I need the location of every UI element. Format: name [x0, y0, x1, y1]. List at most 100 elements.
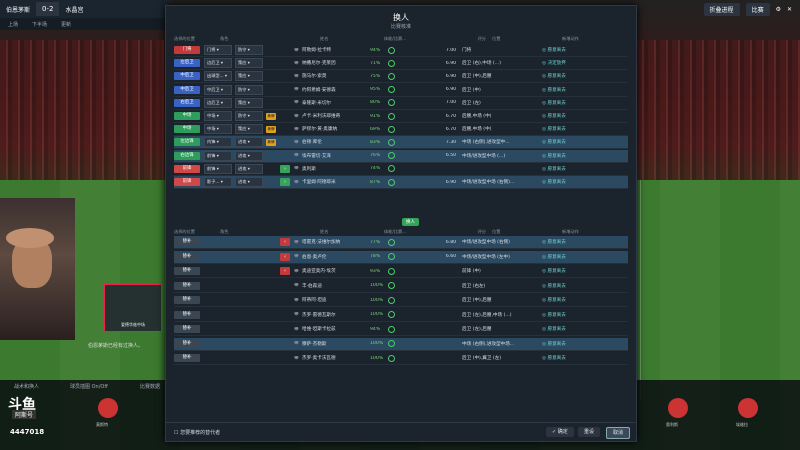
- swap-arrow-icon[interactable]: ‹: [280, 238, 290, 246]
- player-name[interactable]: 杰罗·雷德瓦斯尔: [302, 312, 370, 318]
- table-row[interactable]: 中后卫 中后卫 ▾ 防守 ▾ ☻ 约阿希姆·安德森 95% 6.90 后卫 (中) ◎ 愿意离去: [174, 84, 628, 97]
- role-select[interactable]: 出球型... ▾: [204, 71, 232, 82]
- player-name[interactable]: 卡里姆·阿德耶米: [302, 179, 370, 185]
- position-chip[interactable]: 前锋: [174, 178, 200, 186]
- collapse-button[interactable]: 折叠进程: [703, 2, 740, 16]
- sub-header-pos[interactable]: 选择的位置: [174, 229, 220, 235]
- table-row[interactable]: 右后卫 边后卫 ▾ 策应 ▾ ☻ 泰隆斯·米切尔 80% 7.00 后卫 (左) ◎ 愿意离去: [174, 97, 628, 110]
- position-chip[interactable]: 前锋: [174, 164, 200, 173]
- table-row[interactable]: 替补 ☻ 杰罗·雷德瓦斯尔 100% 后卫 (左),后腰,中场 (...) ◎ 愿意离去: [174, 309, 628, 322]
- duty-select[interactable]: 策应 ▾: [235, 71, 263, 82]
- table-row[interactable]: 右边锋 前锋 ▾ 进攻 ▾ ☻ 埃布雷切·艾泽 76% 6.50 中场/进攻型中场 (...)…: [174, 149, 628, 163]
- half-label[interactable]: 下半场: [32, 21, 47, 28]
- action-value[interactable]: ◎ 愿意离去: [542, 268, 582, 274]
- swap-arrow-icon[interactable]: ›: [280, 164, 290, 173]
- position-chip[interactable]: 替补: [174, 325, 200, 333]
- player-name[interactable]: 哈维·坦斯卡拉兹: [302, 326, 370, 332]
- position-chip[interactable]: 门将: [174, 46, 200, 54]
- sub-header-action[interactable]: 新增动作: [562, 229, 602, 235]
- reset-button[interactable]: 重设: [578, 427, 601, 437]
- position-chip[interactable]: 右后卫: [174, 98, 200, 107]
- player-name[interactable]: 阿勒姆·拉卡特: [302, 47, 370, 53]
- role-select[interactable]: 影子... ▾: [204, 177, 232, 187]
- action-value[interactable]: ◎ 愿意离去: [542, 73, 582, 79]
- role-select[interactable]: 前锋 ▾: [204, 163, 232, 174]
- tactics-label[interactable]: 战术和换人: [14, 383, 39, 390]
- time-label[interactable]: 上场: [8, 21, 18, 28]
- header-pos[interactable]: 选择的位置: [174, 36, 220, 42]
- role-select[interactable]: 边后卫 ▾: [204, 97, 232, 108]
- table-row[interactable]: 替补 ☻ 杰罗·奥卡沃瓦德 100% 后卫 (中),冀卫 (左) ◎ 愿意离去: [174, 352, 628, 365]
- role-select[interactable]: 门将 ▾: [204, 45, 232, 55]
- player-name[interactable]: 奥迪亚奥内·埃茨: [302, 268, 370, 274]
- table-row[interactable]: 中场 中场 ▾ 策应 ▾ 黄牌 ☻ 萨缪尔·黄·奥康纳 69% 6.70 后腰,中场 (中) ◎ …: [174, 123, 628, 137]
- table-row[interactable]: 替补 ☻ 哈维·坦斯卡拉兹 94% 后卫 (左),后腰 ◎ 愿意离去: [174, 323, 628, 336]
- duty-select[interactable]: 策应 ▾: [235, 124, 263, 135]
- action-value[interactable]: ◎ 愿意离去: [542, 113, 582, 119]
- sub-header-role[interactable]: 角色: [220, 229, 320, 235]
- player-name[interactable]: 穆萨·杰勒斯: [302, 341, 370, 347]
- suggest-checkbox[interactable]: ☐ 您要推荐的替代者: [174, 429, 220, 436]
- action-value[interactable]: ◎ 愿意离去: [542, 326, 582, 332]
- player-thumb-3[interactable]: [738, 398, 758, 418]
- table-row[interactable]: 前锋 前锋 ▾ 进攻 ▾ › ☻ 奥利斯 74% ◎ 愿意离去: [174, 163, 628, 176]
- header-cond[interactable]: 体能/比赛...: [384, 36, 424, 42]
- sub-header-position[interactable]: 位置: [492, 229, 562, 235]
- swap-arrow-icon[interactable]: ‹: [280, 252, 290, 261]
- player-name[interactable]: 萨缪尔·黄·奥康纳: [302, 126, 370, 132]
- duty-select[interactable]: 进攻 ▾: [235, 163, 263, 174]
- sub-header-name[interactable]: 姓名: [320, 229, 384, 235]
- action-value[interactable]: ◎ 决定放弃: [542, 60, 582, 66]
- table-row[interactable]: 替补 ‹ ☻ 塔雷克·法维尔加纳 77% 6.80 中场/进攻型中场 (右侧) ◎ 愿意离去: [174, 236, 628, 249]
- position-chip[interactable]: 替补: [174, 354, 200, 362]
- position-chip[interactable]: 替补: [174, 296, 200, 304]
- match-button[interactable]: 比赛: [745, 2, 770, 16]
- position-chip[interactable]: 中后卫: [174, 72, 200, 81]
- action-value[interactable]: ◎ 愿意离去: [542, 312, 582, 318]
- table-row[interactable]: 左后卫 边后卫 ▾ 策应 ▾ ☻ 纳撒尼尔·克莱因 71% 6.90 后卫 (右),中场 (.…: [174, 57, 628, 71]
- action-value[interactable]: ◎ 愿意离去: [542, 139, 582, 145]
- player-thumb-1[interactable]: [98, 398, 118, 418]
- player-name[interactable]: 杰罗·奥卡沃瓦德: [302, 355, 370, 361]
- header-rating[interactable]: 评分: [424, 36, 492, 42]
- action-value[interactable]: ◎ 愿意离去: [542, 166, 582, 172]
- player-name[interactable]: 丰·伯森迪: [302, 283, 370, 289]
- duty-select[interactable]: 策应 ▾: [235, 97, 263, 108]
- sub-header-cond[interactable]: 体能/比赛...: [384, 229, 424, 235]
- duty-select[interactable]: 防守 ▾: [235, 111, 263, 121]
- feedback-label[interactable]: 球员插图 On/Off: [70, 383, 108, 390]
- action-value[interactable]: ◎ 愿意离去: [542, 100, 582, 106]
- position-chip[interactable]: 替补: [174, 238, 200, 246]
- update-label[interactable]: 更新: [61, 21, 71, 28]
- table-row[interactable]: 中场 中场 ▾ 防守 ▾ 黄牌 ☻ 卢卡·米利沃耶维奇 91% 6.70 后腰,中场 (中) ◎ …: [174, 110, 628, 123]
- close-icon[interactable]: ✕: [787, 6, 792, 13]
- position-chip[interactable]: 中后卫: [174, 85, 200, 94]
- action-value[interactable]: ◎ 愿意离去: [542, 239, 582, 245]
- position-chip[interactable]: 左后卫: [174, 59, 200, 68]
- player-name[interactable]: 施马尔·索莫: [302, 73, 370, 79]
- action-value[interactable]: ◎ 愿意离去: [542, 87, 582, 93]
- stats-label[interactable]: 比赛数据: [140, 383, 160, 390]
- sub-header-rating[interactable]: 评分: [424, 229, 492, 235]
- duty-select[interactable]: 防守 ▾: [235, 84, 263, 95]
- header-name[interactable]: 姓名: [320, 36, 384, 42]
- player-name[interactable]: 约阿希姆·安德森: [302, 87, 370, 93]
- duty-select[interactable]: 进攻 ▾: [235, 177, 263, 187]
- table-row[interactable]: 左边锋 内锋 ▾ 进攻 ▾ 黄牌 ☻ 伯顿·库伦 83% 7.30 中场 (右侧),进攻型中..…: [174, 136, 628, 150]
- header-position[interactable]: 位置: [492, 36, 562, 42]
- player-card[interactable]: 爱德华兹中场: [104, 284, 162, 332]
- player-name[interactable]: 塔雷克·法维尔加纳: [302, 239, 370, 245]
- position-chip[interactable]: 中场: [174, 112, 200, 120]
- sub-chip[interactable]: 换人: [402, 218, 419, 226]
- position-chip[interactable]: 替补: [174, 310, 200, 319]
- role-select[interactable]: 中后卫 ▾: [204, 84, 232, 95]
- role-select[interactable]: 边后卫 ▾: [204, 58, 232, 69]
- table-row[interactable]: 替补 ☻ 阿蒂阿·坦迪 100% 后卫 (中),后腰 ◎ 愿意离去: [174, 294, 628, 307]
- table-row[interactable]: 替补 ☻ 丰·伯森迪 100% 后卫 (右左) ◎ 愿意离去: [174, 280, 628, 293]
- table-row[interactable]: 中后卫 出球型... ▾ 策应 ▾ ☻ 施马尔·索莫 75% 6.90 后卫 (中),后腰 ◎ …: [174, 70, 628, 84]
- position-chip[interactable]: 替补: [174, 267, 200, 275]
- position-chip[interactable]: 左边锋: [174, 138, 200, 147]
- position-chip[interactable]: 替补: [174, 339, 200, 348]
- swap-arrow-icon[interactable]: ›: [280, 178, 290, 186]
- duty-select[interactable]: 进攻 ▾: [235, 137, 263, 148]
